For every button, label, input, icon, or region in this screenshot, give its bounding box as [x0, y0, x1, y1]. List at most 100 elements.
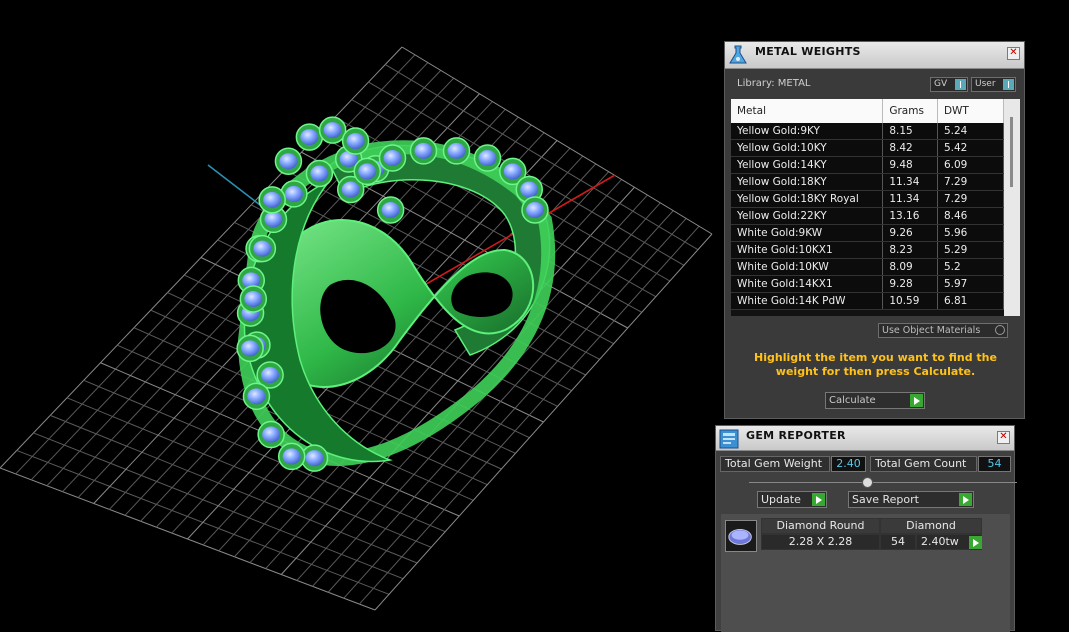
cell-metal: Yellow Gold:9KY [731, 123, 884, 140]
column-header-metal[interactable]: Metal [731, 99, 884, 123]
cell-grams: 8.15 [882, 123, 938, 140]
gem-size-cell: 2.28 X 2.28 [761, 534, 880, 550]
cell-dwt: 5.29 [937, 241, 1005, 259]
cell-metal: Yellow Gold:18KY [731, 173, 884, 191]
update-button[interactable]: Update [757, 491, 827, 508]
gem-material-cell: Diamond [880, 518, 982, 534]
cell-grams: 8.23 [882, 241, 938, 259]
calculate-label: Calculate [829, 395, 876, 406]
save-report-label: Save Report [852, 493, 919, 506]
table-row[interactable]: Yellow Gold:18KY Royal 11.34 7.29 [731, 190, 1005, 208]
gem-stone [383, 150, 402, 167]
gem-stone [503, 163, 522, 180]
library-label: Library: METAL [737, 78, 811, 89]
cell-metal: White Gold:9KW [731, 224, 884, 242]
cell-dwt: 6.09 [937, 156, 1005, 174]
report-icon [719, 429, 739, 449]
close-icon[interactable]: ✕ [997, 431, 1010, 444]
gv-label: GV [934, 79, 948, 89]
gem-stone [478, 150, 497, 167]
gem-stone [310, 165, 329, 182]
cell-dwt: 7.29 [937, 173, 1005, 191]
table-row[interactable]: White Gold:10KX1 8.23 5.29 [731, 241, 1005, 259]
cell-dwt: 5.24 [937, 123, 1005, 140]
cell-grams: 11.34 [882, 173, 938, 191]
metal-weights-titlebar[interactable]: METAL WEIGHTS ✕ [725, 42, 1024, 69]
cell-metal: White Gold:10KW [731, 258, 884, 276]
gem-stone [341, 181, 360, 198]
use-object-materials-option[interactable]: Use Object Materials [878, 323, 1008, 338]
diamond-round-icon[interactable] [725, 520, 757, 552]
slider-handle[interactable] [862, 477, 873, 488]
table-row[interactable]: Yellow Gold:14KY 9.48 6.09 [731, 156, 1005, 174]
gem-slider[interactable] [749, 477, 1017, 489]
gem-stone [414, 142, 433, 159]
table-row[interactable]: White Gold:14KX1 9.28 5.97 [731, 275, 1005, 293]
scrollbar-thumb[interactable] [1010, 117, 1013, 187]
calculate-button[interactable]: Calculate [825, 392, 925, 409]
table-row[interactable]: Yellow Gold:18KY 11.34 7.29 [731, 173, 1005, 191]
gem-stone [253, 240, 272, 257]
cell-metal: Yellow Gold:10KY [731, 139, 884, 157]
play-arrow-icon [959, 493, 972, 506]
column-header-grams[interactable]: Grams [882, 99, 938, 123]
play-arrow-icon [910, 394, 923, 407]
metal-table: Metal Grams DWT Yellow Gold:9KY 8.15 5.24 Y… [731, 99, 1020, 316]
gem-stone [520, 181, 539, 198]
cell-dwt: 5.97 [937, 275, 1005, 293]
gem-stone [261, 367, 280, 383]
gem-stone [282, 448, 301, 465]
gem-stone [323, 122, 342, 139]
total-gem-count-value: 54 [978, 456, 1011, 472]
table-row[interactable]: Yellow Gold:10KY 8.42 5.42 [731, 139, 1005, 157]
update-label: Update [761, 493, 801, 506]
cell-metal: White Gold:14KX1 [731, 275, 884, 293]
gem-stone [244, 290, 263, 307]
cell-dwt: 5.96 [937, 224, 1005, 242]
cell-grams: 9.28 [882, 275, 938, 293]
gem-stone [284, 185, 303, 202]
gem-stone [263, 191, 282, 208]
gem-thumbnail-icon [728, 528, 752, 545]
cell-dwt: 6.81 [937, 292, 1005, 310]
table-row[interactable]: White Gold:14K PdW 10.59 6.81 [731, 292, 1005, 310]
gem-shape-cell: Diamond Round [761, 518, 880, 534]
cell-dwt: 8.46 [937, 207, 1005, 225]
cell-dwt: 5.2 [937, 258, 1005, 276]
gem-reporter-panel: GEM REPORTER ✕ Total Gem Weight 2.40 Tot… [715, 425, 1017, 632]
play-arrow-icon [812, 493, 825, 506]
cell-metal: White Gold:14K PdW [731, 292, 884, 310]
table-scrollbar[interactable] [1004, 99, 1020, 316]
table-row[interactable]: White Gold:9KW 9.26 5.96 [731, 224, 1005, 242]
close-icon[interactable]: ✕ [1007, 47, 1020, 60]
column-header-dwt[interactable]: DWT [937, 99, 1005, 123]
metal-weights-panel: METAL WEIGHTS ✕ Library: METAL GV User M… [724, 41, 1025, 419]
slider-track [749, 482, 1017, 483]
user-toggle[interactable]: User [971, 77, 1016, 92]
gem-list: Diamond Round Diamond 2.28 X 2.28 54 2.4… [721, 514, 1010, 632]
total-gem-weight-label: Total Gem Weight [720, 456, 830, 472]
cell-grams: 13.16 [882, 207, 938, 225]
gem-weight-cell[interactable]: 2.40tw [916, 534, 982, 550]
table-row[interactable]: Yellow Gold:9KY 8.15 5.24 [731, 123, 1005, 140]
radio-icon[interactable] [995, 325, 1005, 335]
flask-icon [729, 45, 747, 64]
save-report-button[interactable]: Save Report [848, 491, 974, 508]
table-row[interactable]: White Gold:10KW 8.09 5.2 [731, 258, 1005, 276]
total-gem-count-label: Total Gem Count [870, 456, 977, 472]
user-label: User [975, 79, 996, 89]
cell-grams: 9.48 [882, 156, 938, 174]
gem-count-cell: 54 [880, 534, 916, 550]
cell-grams: 10.59 [882, 292, 938, 310]
play-arrow-icon [969, 536, 982, 549]
gem-stone [247, 388, 266, 405]
instruction-text: Highlight the item you want to find the … [754, 351, 997, 378]
gv-toggle[interactable]: GV [930, 77, 968, 92]
gem-stone [300, 129, 319, 146]
cell-metal: Yellow Gold:22KY [731, 207, 884, 225]
cell-grams: 8.42 [882, 139, 938, 157]
gem-stone [262, 426, 281, 443]
table-row[interactable]: Yellow Gold:22KY 13.16 8.46 [731, 207, 1005, 225]
gem-reporter-titlebar[interactable]: GEM REPORTER ✕ [716, 426, 1014, 451]
gem-reporter-title: GEM REPORTER [746, 429, 846, 442]
